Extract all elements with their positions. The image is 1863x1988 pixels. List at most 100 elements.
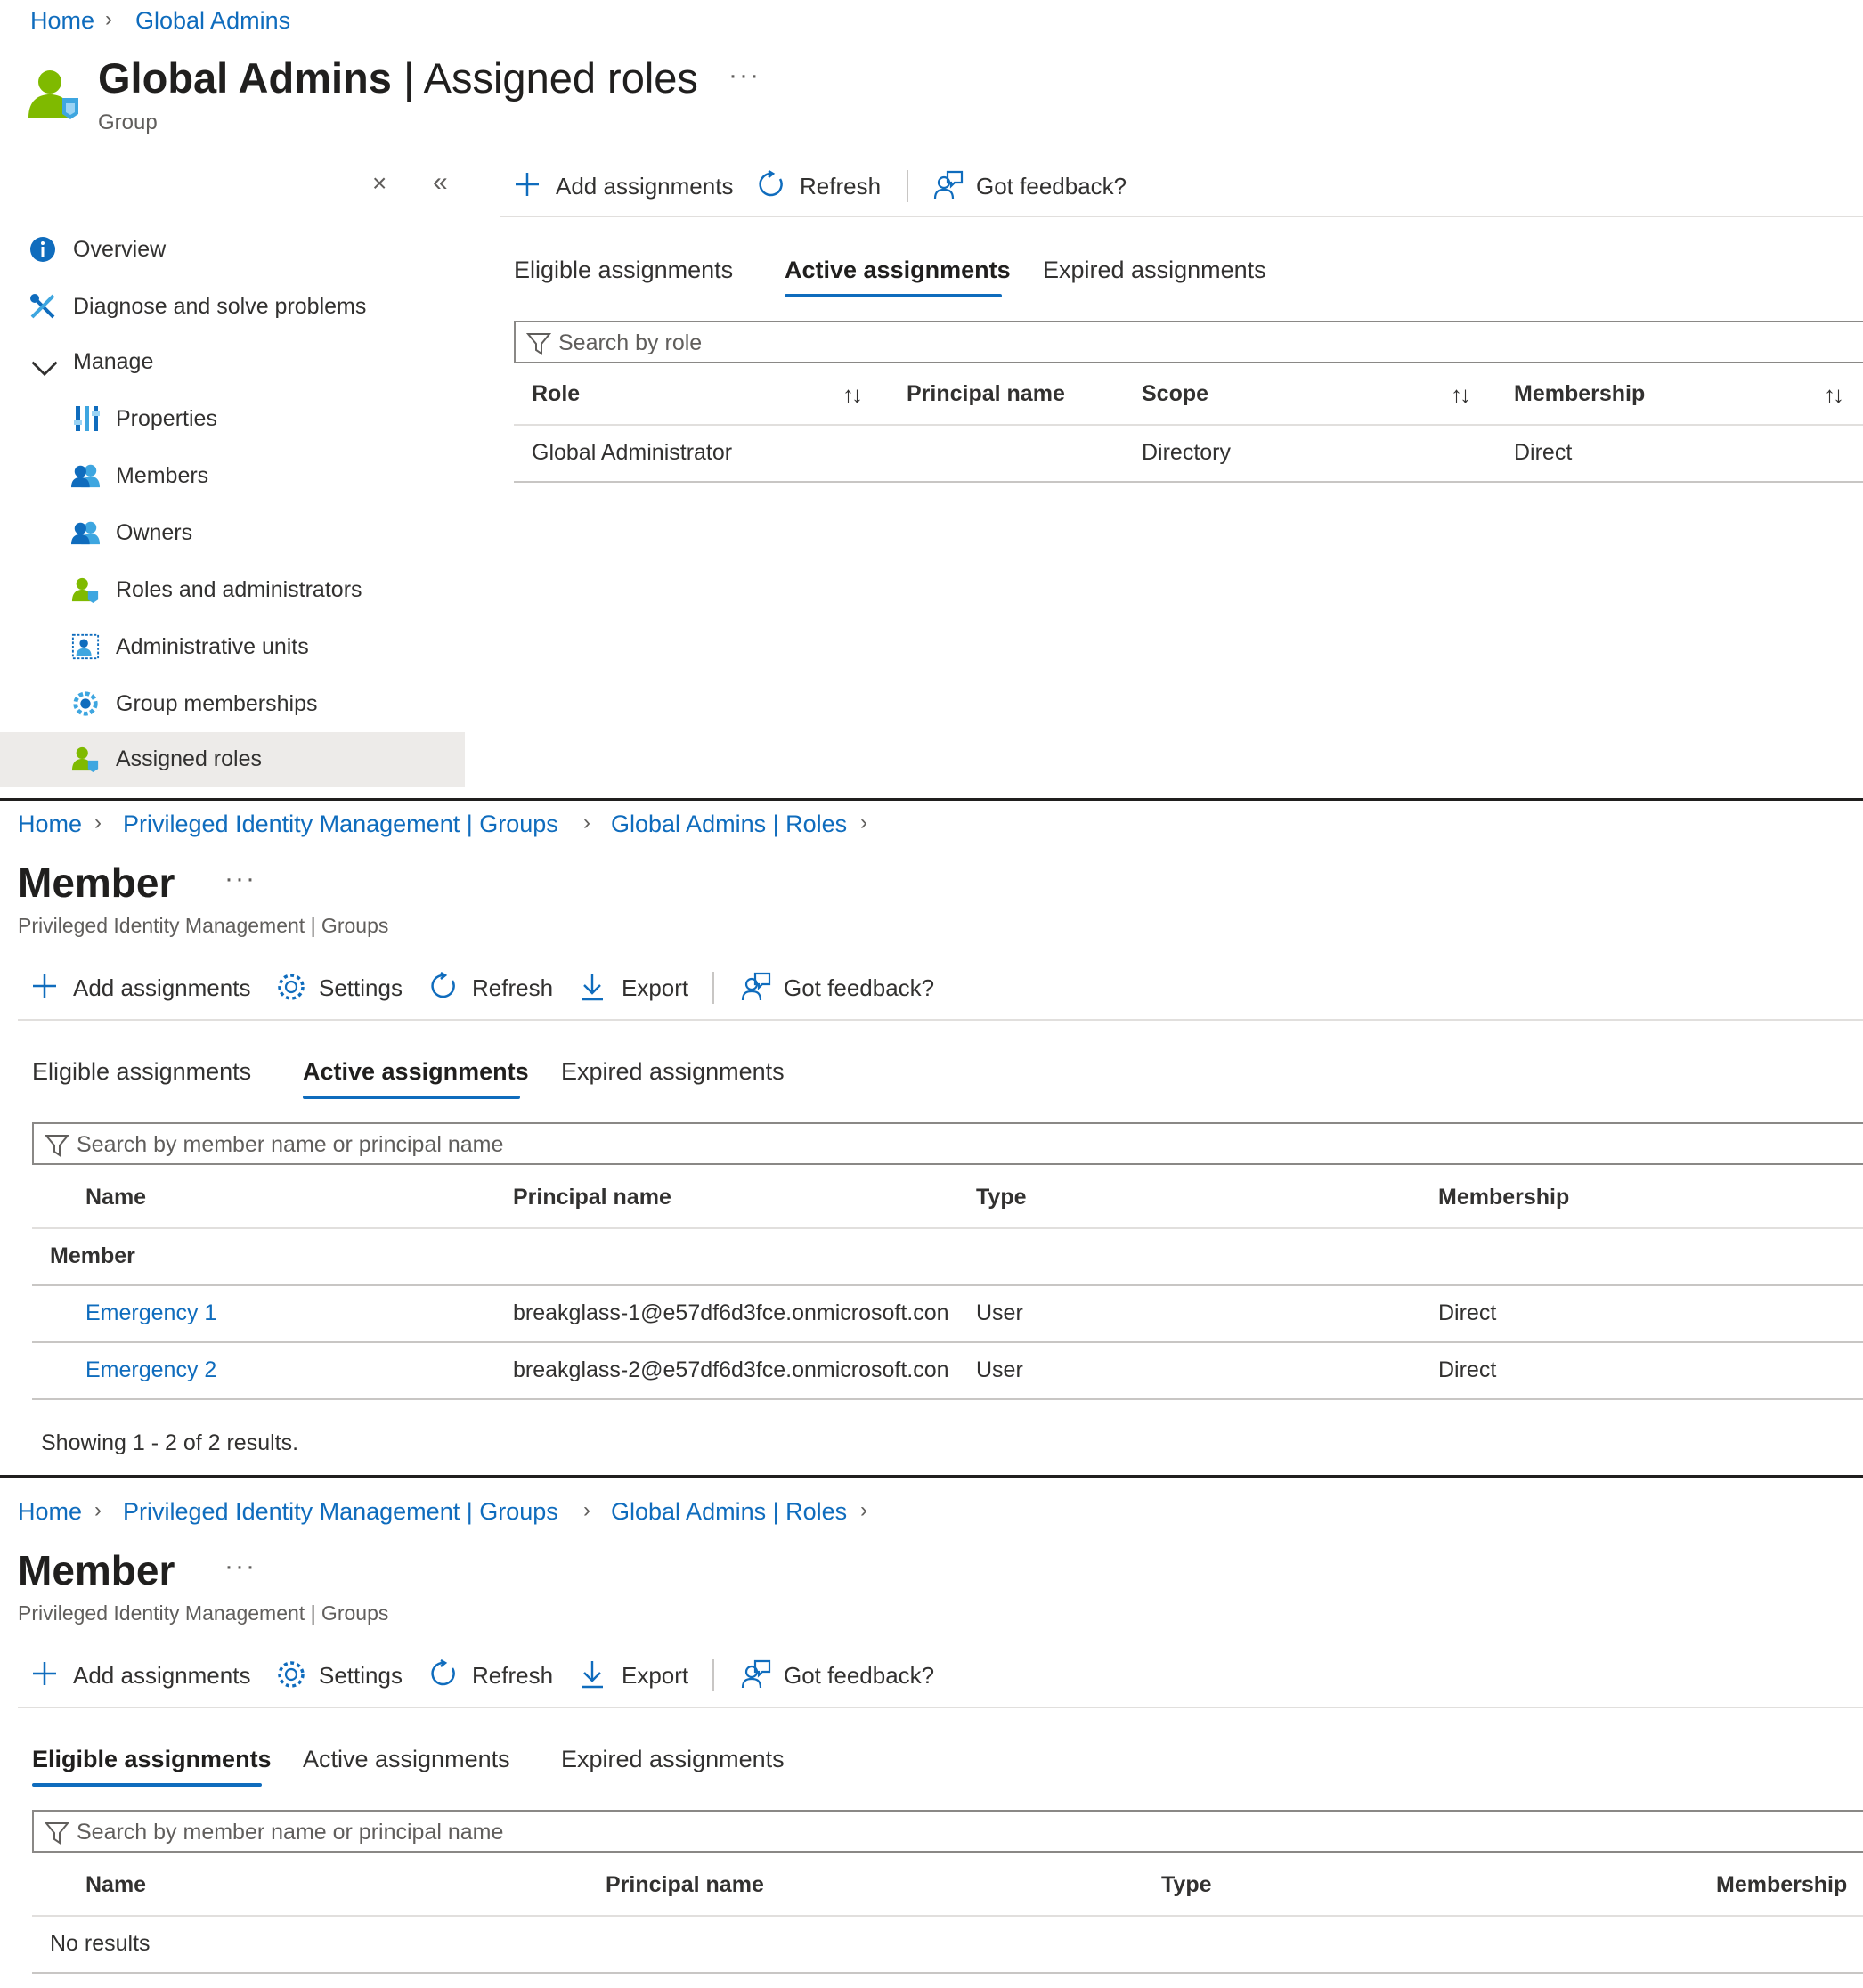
column-header-membership: Membership (1438, 1185, 1570, 1210)
nav-item-diagnose[interactable]: Diagnose and solve problems (0, 280, 465, 335)
group-roles-icon (28, 70, 78, 119)
breadcrumb-chevron-icon: › (94, 1498, 102, 1522)
member-active-panel: Home › Privileged Identity Management | … (0, 802, 1863, 1475)
breadcrumb-home[interactable]: Home (18, 811, 82, 838)
column-header-scope[interactable]: Scope (1142, 381, 1208, 407)
group-row-label: Member (50, 1243, 135, 1268)
search-input[interactable]: Search by member name or principal name (32, 1122, 1863, 1165)
settings-button[interactable]: Settings (276, 965, 410, 1010)
tab-expired-assignments[interactable]: Expired assignments (1043, 257, 1266, 284)
owners-icon (71, 521, 100, 545)
breadcrumb-chevron-icon: › (860, 811, 867, 835)
nav-item-administrative-units[interactable]: Administrative units (0, 620, 465, 675)
export-button[interactable]: Export (579, 965, 695, 1010)
active-tab-indicator (32, 1783, 262, 1787)
nav-item-roles-and-administrators[interactable]: Roles and administrators (0, 563, 465, 618)
close-sidebar-icon[interactable]: × (372, 169, 386, 198)
table-row[interactable]: Global Administrator Directory Direct (514, 426, 1863, 481)
breadcrumb-global-admins[interactable]: Global Admins (135, 7, 290, 35)
cell-membership: Direct (1438, 1357, 1497, 1382)
plus-icon (516, 173, 539, 196)
panel-separator (0, 798, 1863, 801)
toolbar-divider-line (18, 1707, 1863, 1708)
breadcrumb-global-admins-roles[interactable]: Global Admins | Roles (611, 811, 847, 838)
feedback-icon (741, 972, 771, 1001)
add-assignments-button[interactable]: Add assignments (30, 965, 253, 1010)
info-icon (30, 237, 55, 262)
tab-eligible-assignments[interactable]: Eligible assignments (514, 257, 733, 284)
plus-icon (33, 974, 56, 998)
column-header-membership[interactable]: Membership (1514, 381, 1645, 407)
nav-item-assigned-roles[interactable]: Assigned roles (0, 732, 465, 787)
group-memberships-icon (73, 691, 98, 716)
cell-principal-name: breakglass-1@e57df6d3fce.onmicrosoft.con (513, 1300, 949, 1325)
tab-expired-assignments[interactable]: Expired assignments (561, 1746, 785, 1773)
breadcrumb-home[interactable]: Home (30, 7, 94, 35)
nav-item-overview[interactable]: Overview (0, 223, 465, 278)
tab-active-assignments[interactable]: Active assignments (303, 1058, 529, 1086)
refresh-button[interactable]: Refresh (429, 965, 563, 1010)
feedback-button[interactable]: Got feedback? (933, 164, 1138, 208)
column-header-principal-name: Principal name (907, 381, 1065, 406)
refresh-button[interactable]: Refresh (429, 1653, 563, 1698)
chevron-down-icon (31, 361, 58, 377)
breadcrumb-home[interactable]: Home (18, 1498, 82, 1526)
nav-label: Assigned roles (116, 746, 262, 771)
tab-active-assignments[interactable]: Active assignments (785, 257, 1011, 284)
download-icon (582, 1661, 603, 1689)
tab-expired-assignments[interactable]: Expired assignments (561, 1058, 785, 1086)
more-options-button[interactable]: ··· (224, 1552, 256, 1582)
nav-label: Properties (116, 406, 217, 431)
tab-active-assignments[interactable]: Active assignments (303, 1746, 510, 1773)
breadcrumb-chevron-icon: › (583, 811, 590, 835)
plus-icon (33, 1662, 56, 1685)
member-name-link[interactable]: Emergency 1 (85, 1300, 216, 1326)
tab-eligible-assignments[interactable]: Eligible assignments (32, 1746, 272, 1773)
page-title: Member (18, 1547, 175, 1593)
feedback-button[interactable]: Got feedback? (741, 965, 955, 1010)
cell-scope: Directory (1142, 440, 1232, 465)
breadcrumb-global-admins-roles[interactable]: Global Admins | Roles (611, 1498, 847, 1526)
tools-icon (30, 294, 55, 319)
breadcrumb-pim-groups[interactable]: Privileged Identity Management | Groups (123, 1498, 558, 1526)
breadcrumb-pim-groups[interactable]: Privileged Identity Management | Groups (123, 811, 558, 838)
settings-button[interactable]: Settings (276, 1653, 410, 1698)
nav-item-group-memberships[interactable]: Group memberships (0, 677, 465, 732)
filter-icon (45, 1822, 69, 1845)
feedback-button[interactable]: Got feedback? (741, 1653, 955, 1698)
breadcrumb-chevron-icon: › (583, 1498, 590, 1522)
refresh-button[interactable]: Refresh (757, 164, 891, 208)
sort-role-icon[interactable]: ↑↓ (842, 381, 863, 409)
members-icon (71, 464, 100, 488)
cell-role: Global Administrator (532, 440, 733, 465)
add-assignments-button[interactable]: Add assignments (30, 1653, 253, 1698)
member-name-link[interactable]: Emergency 2 (85, 1357, 216, 1383)
column-header-membership: Membership (1716, 1872, 1848, 1897)
refresh-icon (431, 972, 455, 998)
nav-item-owners[interactable]: Owners (0, 506, 465, 561)
add-assignments-button[interactable]: Add assignments (513, 164, 736, 208)
nav-item-members[interactable]: Members (0, 449, 465, 504)
column-header-role[interactable]: Role (532, 381, 580, 407)
collapse-sidebar-icon[interactable]: « (433, 167, 448, 198)
assigned-roles-icon (71, 746, 99, 773)
refresh-icon (431, 1659, 455, 1686)
table-row[interactable]: Emergency 1 breakglass-1@e57df6d3fce.onm… (32, 1286, 1863, 1341)
header-divider (32, 1227, 1863, 1229)
search-input[interactable]: Search by member name or principal name (32, 1810, 1863, 1853)
active-tab-indicator (785, 294, 1002, 297)
tab-eligible-assignments[interactable]: Eligible assignments (32, 1058, 251, 1086)
nav-item-properties[interactable]: Properties (0, 392, 465, 447)
sort-scope-icon[interactable]: ↑↓ (1451, 381, 1471, 409)
nav-section-manage[interactable]: Manage (0, 335, 465, 390)
export-button[interactable]: Export (579, 1653, 695, 1698)
row-divider (32, 1972, 1863, 1974)
column-header-type: Type (976, 1185, 1027, 1210)
more-options-button[interactable]: ··· (224, 864, 256, 894)
cell-membership: Direct (1514, 440, 1573, 465)
table-row[interactable]: Emergency 2 breakglass-2@e57df6d3fce.onm… (32, 1343, 1863, 1398)
sort-membership-icon[interactable]: ↑↓ (1824, 381, 1844, 409)
more-options-button[interactable]: ··· (728, 61, 761, 91)
page-subtitle: Group (98, 110, 158, 134)
search-input[interactable]: Search by role (514, 321, 1863, 363)
